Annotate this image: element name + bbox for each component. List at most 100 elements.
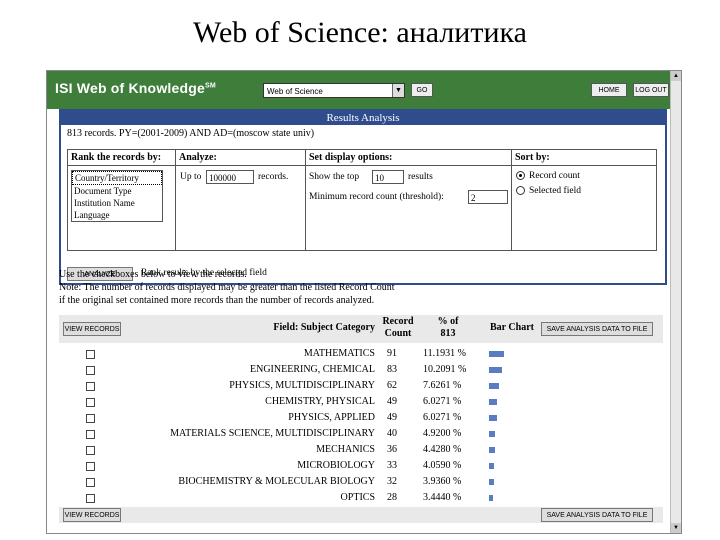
- rank-field-listbox[interactable]: Country/Territory Document Type Institut…: [71, 170, 163, 222]
- query-summary: 813 records. PY=(2001-2009) AND AD=(mosc…: [67, 128, 315, 139]
- show-top-select[interactable]: 10: [372, 170, 404, 184]
- instruction-note: Note: The number of records displayed ma…: [59, 282, 395, 293]
- view-records-button[interactable]: VIEW RECORDS: [63, 322, 121, 336]
- listbox-option[interactable]: Document Type: [72, 185, 162, 197]
- analyze-limit-select[interactable]: 100000: [206, 170, 254, 184]
- scroll-up-icon[interactable]: ▲: [671, 71, 681, 81]
- bar-chart-bar: [489, 495, 493, 501]
- up-to-label: Up to: [180, 172, 202, 182]
- record-count: 33: [387, 460, 397, 471]
- go-button[interactable]: GO: [411, 83, 433, 97]
- record-count: 36: [387, 444, 397, 455]
- bar-chart-bar: [489, 351, 504, 357]
- sort-header: Sort by:: [512, 150, 656, 166]
- subject-category: PHYSICS, MULTIDISCIPLINARY: [229, 380, 375, 391]
- save-analysis-button[interactable]: SAVE ANALYSIS DATA TO FILE: [541, 322, 653, 336]
- min-count-input[interactable]: 2: [468, 190, 508, 204]
- save-analysis-button-bottom[interactable]: SAVE ANALYSIS DATA TO FILE: [541, 508, 653, 522]
- row-checkbox[interactable]: [86, 398, 95, 407]
- table-row: BIOCHEMISTRY & MOLECULAR BIOLOGY 32 3.9360…: [59, 475, 663, 490]
- slide-title: Web of Science: аналитика: [193, 16, 527, 49]
- results-analysis-panel: Results Analysis 813 records. PY=(2001-2…: [59, 109, 667, 285]
- subject-category: MICROBIOLOGY: [297, 460, 375, 471]
- row-checkbox[interactable]: [86, 494, 95, 503]
- percent-of-total: 6.0271 %: [423, 412, 462, 423]
- table-row: OPTICS 28 3.4440 %: [59, 491, 663, 506]
- percent-of-total: 6.0271 %: [423, 396, 462, 407]
- analyze-column: Analyze: Up to 100000 records.: [176, 150, 306, 250]
- listbox-option[interactable]: Country/Territory: [72, 171, 162, 185]
- bar-chart-bar: [489, 479, 494, 485]
- min-count-label: Minimum record count (threshold):: [309, 192, 444, 202]
- results-table-footer: VIEW RECORDS SAVE ANALYSIS DATA TO FILE: [59, 507, 663, 523]
- record-count: 28: [387, 492, 397, 503]
- percent-of-total: 7.6261 %: [423, 380, 462, 391]
- bar-chart-bar: [489, 383, 499, 389]
- row-checkbox[interactable]: [86, 446, 95, 455]
- show-top-label: Show the top: [309, 172, 360, 182]
- vertical-scrollbar[interactable]: ▲ ▼: [670, 71, 681, 533]
- records-label: records.: [258, 172, 289, 182]
- field-column-header: Field: Subject Category: [273, 322, 375, 333]
- row-checkbox[interactable]: [86, 414, 95, 423]
- radio-icon[interactable]: [516, 186, 525, 196]
- count-column-header: Record Count: [382, 316, 414, 339]
- scroll-down-icon[interactable]: ▼: [671, 523, 681, 533]
- results-table-header: VIEW RECORDS Field: Subject Category Rec…: [59, 315, 663, 343]
- row-checkbox[interactable]: [86, 462, 95, 471]
- row-checkbox[interactable]: [86, 350, 95, 359]
- bar-chart-bar: [489, 463, 494, 469]
- row-checkbox[interactable]: [86, 382, 95, 391]
- database-select[interactable]: Web of Science ▼: [263, 83, 405, 98]
- display-header: Set display options:: [306, 150, 511, 166]
- results-label: results: [408, 172, 433, 182]
- percent-of-total: 11.1931 %: [423, 348, 466, 359]
- subject-category: MATERIALS SCIENCE, MULTIDISCIPLINARY: [170, 428, 375, 439]
- row-checkbox[interactable]: [86, 366, 95, 375]
- subject-category: BIOCHEMISTRY & MOLECULAR BIOLOGY: [178, 476, 375, 487]
- listbox-option[interactable]: Language: [72, 209, 162, 221]
- listbox-option[interactable]: Institution Name: [72, 197, 162, 209]
- rank-column: Rank the records by: Country/Territory D…: [68, 150, 176, 250]
- bar-chart-bar: [489, 399, 497, 405]
- record-count: 49: [387, 396, 397, 407]
- subject-category: CHEMISTRY, PHYSICAL: [265, 396, 375, 407]
- logout-button[interactable]: LOG OUT: [633, 83, 669, 97]
- sort-option-record-count[interactable]: Record count: [516, 171, 580, 181]
- percent-of-total: 4.0590 %: [423, 460, 462, 471]
- row-checkbox[interactable]: [86, 478, 95, 487]
- chevron-down-icon: ▼: [392, 84, 404, 97]
- subject-category: PHYSICS, APPLIED: [288, 412, 375, 423]
- rank-header: Rank the records by:: [68, 150, 175, 166]
- subject-category: OPTICS: [340, 492, 375, 503]
- table-row: PHYSICS, MULTIDISCIPLINARY 62 7.6261 %: [59, 379, 663, 394]
- site-logo[interactable]: ISI Web of KnowledgeSM: [55, 80, 216, 96]
- bar-chart-bar: [489, 447, 495, 453]
- analysis-options-grid: Rank the records by: Country/Territory D…: [67, 149, 657, 251]
- sort-column: Sort by: Record count Selected field: [512, 150, 656, 250]
- row-checkbox[interactable]: [86, 430, 95, 439]
- table-row: MATERIALS SCIENCE, MULTIDISCIPLINARY 40 4.…: [59, 427, 663, 442]
- percent-of-total: 4.9200 %: [423, 428, 462, 439]
- display-column: Set display options: Show the top 10 res…: [306, 150, 512, 250]
- radio-selected-icon[interactable]: [516, 171, 525, 181]
- instruction-note: Use the checkboxes below to view the rec…: [59, 269, 247, 280]
- record-count: 32: [387, 476, 397, 487]
- top-header: ISI Web of KnowledgeSM Web of Science ▼ …: [47, 71, 671, 109]
- analyze-header: Analyze:: [176, 150, 305, 166]
- table-row: ENGINEERING, CHEMICAL 83 10.2091 %: [59, 363, 663, 378]
- bar-chart-bar: [489, 415, 497, 421]
- sort-option-selected-field[interactable]: Selected field: [516, 186, 581, 196]
- table-row: PHYSICS, APPLIED 49 6.0271 %: [59, 411, 663, 426]
- subject-category: ENGINEERING, CHEMICAL: [250, 364, 375, 375]
- percent-of-total: 4.4280 %: [423, 444, 462, 455]
- subject-category: MECHANICS: [316, 444, 375, 455]
- bar-chart-column-header: Bar Chart: [490, 322, 534, 333]
- record-count: 91: [387, 348, 397, 359]
- screenshot-frame: ISI Web of KnowledgeSM Web of Science ▼ …: [46, 70, 682, 534]
- percent-of-total: 10.2091 %: [423, 364, 467, 375]
- record-count: 49: [387, 412, 397, 423]
- view-records-button-bottom[interactable]: VIEW RECORDS: [63, 508, 121, 522]
- instruction-note: if the original set contained more recor…: [59, 295, 375, 306]
- home-button[interactable]: HOME: [591, 83, 627, 97]
